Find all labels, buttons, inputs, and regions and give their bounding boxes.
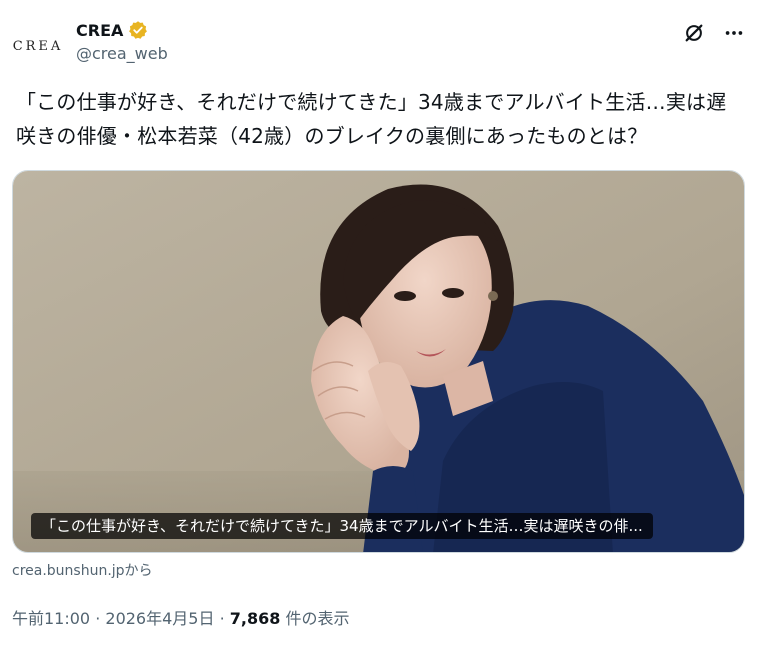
card-source-link[interactable]: crea.bunshun.jpから [12, 560, 153, 580]
link-card[interactable]: 「この仕事が好き、それだけで続けてきた」34歳までアルバイト生活…実は遅咲きの俳… [12, 170, 745, 553]
meta-separator: · [90, 609, 106, 628]
tweet-meta: 午前11:00 · 2026年4月5日 · 7,868 件の表示 [12, 605, 349, 629]
views-label: 件の表示 [280, 609, 350, 628]
verified-badge-icon [129, 21, 148, 39]
more-dots-glyph [725, 31, 743, 35]
avatar-logo-text: CREA [12, 38, 64, 54]
tweet-text: 「この仕事が好き、それだけで続けてきた」34歳までアルバイト生活…実は遅咲きの俳… [16, 90, 727, 148]
header-actions [681, 20, 747, 46]
tweet-date[interactable]: 2026年4月5日 [105, 609, 214, 628]
name-row: CREA [76, 18, 168, 42]
author-block: CREA @crea_web [76, 18, 168, 64]
tweet-header: CREA CREA @crea_web [12, 12, 747, 72]
more-icon[interactable] [721, 20, 747, 46]
views-count[interactable]: 7,868 [230, 609, 281, 628]
meta-separator: · [214, 609, 230, 628]
card-caption: 「この仕事が好き、それだけで続けてきた」34歳までアルバイト生活…実は遅咲きの俳… [31, 513, 653, 539]
article-photo [13, 171, 744, 552]
avatar[interactable]: CREA [12, 20, 64, 72]
tweet-time[interactable]: 午前11:00 [12, 609, 90, 628]
handle[interactable]: @crea_web [76, 44, 168, 63]
grok-icon[interactable] [681, 20, 707, 46]
grok-icon-glyph [685, 24, 703, 42]
display-name[interactable]: CREA [76, 21, 123, 40]
